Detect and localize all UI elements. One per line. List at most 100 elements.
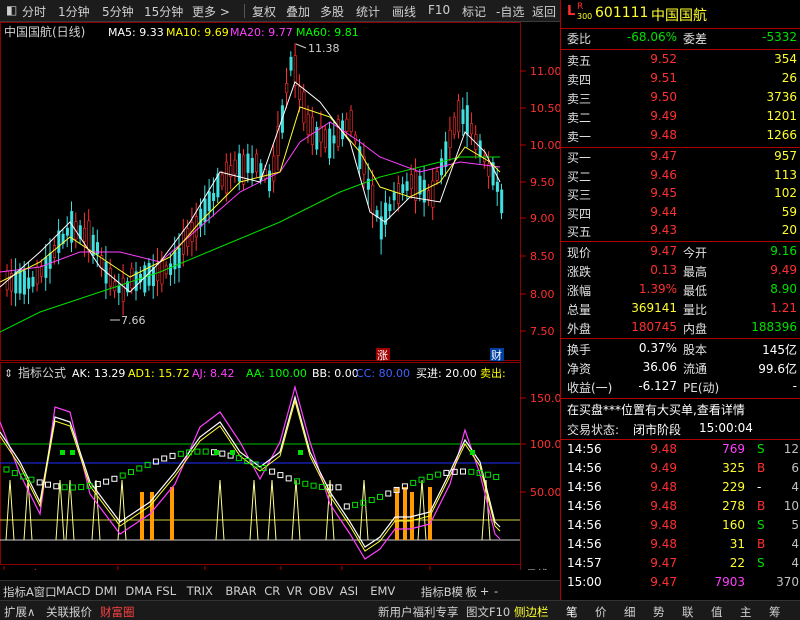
- kline-chart-area[interactable]: 中国国航(日线) MA5: 9.33 MA10: 9.69 MA20: 9.77 MA…: [0, 22, 560, 570]
- indicator-tab[interactable]: -: [494, 584, 498, 598]
- related-quote-button[interactable]: 关联报价: [46, 604, 92, 620]
- indicator-tab[interactable]: MACD: [56, 584, 90, 598]
- indicator-tab[interactable]: 窗口: [34, 584, 57, 600]
- indicator-legend-item: CC: 80.00: [356, 367, 410, 380]
- ask-row: 卖一 9.48 1266: [567, 128, 797, 144]
- f10-graphic-button[interactable]: 图文F10: [466, 604, 510, 620]
- tick-row: 14:56 9.48 278 B 10: [567, 499, 799, 513]
- big-order-notice[interactable]: 在买盘***位置有大买单,查看详情: [561, 401, 800, 419]
- tab-15min[interactable]: 15分钟: [144, 3, 183, 20]
- tab-fenshi[interactable]: 分时: [22, 3, 46, 20]
- time-axis-label: 4: [432, 568, 439, 570]
- tick-row: 14:56 9.48 229-4: [567, 480, 799, 494]
- zhang-badge-text: 涨: [377, 349, 388, 362]
- stat-row: 外盘 180745 内盘 188396: [567, 320, 797, 336]
- svg-text:11.38: 11.38: [308, 42, 340, 55]
- indicator-tab[interactable]: CR: [264, 584, 280, 598]
- tick-row: 14:56 9.49 325 B 6: [567, 461, 799, 475]
- fortune-circle-button[interactable]: 财富圈: [100, 604, 135, 620]
- diejia-button[interactable]: 叠加: [286, 3, 310, 20]
- back-button[interactable]: 返回: [532, 3, 556, 20]
- indicator-tab[interactable]: 板: [466, 584, 478, 600]
- indicator-legend-item: BB: 0.00: [312, 367, 359, 380]
- expand-button[interactable]: 扩展∧: [4, 604, 35, 620]
- price-tick-label: 9.50: [530, 176, 555, 189]
- time-axis-label: 1: [207, 568, 214, 570]
- stat-row: 涨跌 0.13 最高 9.49: [567, 263, 797, 279]
- sidebar-button[interactable]: 侧边栏: [514, 604, 549, 620]
- r-marker: R: [577, 2, 584, 12]
- indicator-tabs-bar: 指标A 窗口 MACD DMI DMA FSL TRIX BRAR CR VR OBV ASI EMV 指…: [0, 580, 560, 600]
- bid-row: 买五 9.43 20: [567, 223, 797, 239]
- price-tick-label: 10.50: [530, 102, 560, 115]
- indicator-label[interactable]: 指标公式: [18, 365, 66, 380]
- tick-row: 14:57 9.47 22 S 4: [567, 556, 799, 570]
- ma-legend: MA5: 9.33 MA10: 9.69 MA20: 9.77 MA60: 9.81: [108, 26, 359, 39]
- f10-button[interactable]: F10: [428, 3, 450, 17]
- fuquan-button[interactable]: 复权: [252, 3, 276, 20]
- indicator-tab[interactable]: EMV: [370, 584, 395, 598]
- zixuan-button[interactable]: -自选: [496, 3, 524, 20]
- ask-row: 卖四 9.51 26: [567, 71, 797, 87]
- nav-left-icon[interactable]: ◧: [6, 3, 17, 17]
- more-button[interactable]: 更多 >: [192, 3, 230, 20]
- side-tab[interactable]: 细: [624, 604, 636, 620]
- indicator-expand-icon[interactable]: ⇕: [4, 367, 13, 380]
- stock-code: 601111: [595, 5, 649, 21]
- cai-badge-text[interactable]: 财: [491, 348, 502, 362]
- side-tab[interactable]: 价: [595, 604, 607, 620]
- ma-legend-item: MA5: 9.33: [108, 26, 164, 39]
- price-tick-label: 10.00: [530, 139, 560, 152]
- price-panel-frame: [0, 22, 521, 361]
- tick-row: 14:56 9.48 31 B 4: [567, 537, 799, 551]
- trade-status-row: 交易状态: 闭市阶段 15:00:04: [567, 421, 753, 437]
- side-tab[interactable]: 筹: [769, 604, 781, 620]
- tick-row: 14:56 9.48 160 S 5: [567, 518, 799, 532]
- huaxian-button[interactable]: 画线: [392, 3, 416, 20]
- indicator-legend-item: 买进: 20.00: [416, 367, 477, 380]
- side-tab[interactable]: 联: [682, 604, 694, 620]
- indicator-tab[interactable]: 指标A: [3, 584, 34, 600]
- indicator-tick-label: 50.00: [530, 486, 560, 499]
- new-user-benefit-link[interactable]: 新用户福利专享: [378, 604, 459, 620]
- quote-panel: L R 300 601111 中国国航 委比 -68.06% 委差 -5332 …: [560, 0, 800, 600]
- indicator-tab[interactable]: ASI: [340, 584, 359, 598]
- side-tab[interactable]: 值: [711, 604, 723, 620]
- tongji-button[interactable]: 统计: [356, 3, 380, 20]
- indicator-boxes: [3, 448, 500, 510]
- high-marker: 11.38: [295, 42, 340, 55]
- tab-5min[interactable]: 5分钟: [102, 3, 134, 20]
- time-unit-label: 日线: [526, 567, 548, 570]
- indicator-tab[interactable]: VR: [287, 584, 303, 598]
- indicator-tick-label: 100.0: [530, 438, 560, 451]
- indicator-tab[interactable]: OBV: [309, 584, 333, 598]
- price-tick-label: 8.00: [530, 288, 555, 301]
- indicator-tab[interactable]: +: [480, 584, 490, 598]
- tick-row: 15:00 9.47 7903 370: [567, 575, 799, 589]
- tab-1min[interactable]: 1分钟: [58, 3, 90, 20]
- biaoji-button[interactable]: 标记: [462, 3, 486, 20]
- indicator-tab[interactable]: TRIX: [187, 584, 213, 598]
- ma-legend-item: MA10: 9.69: [166, 26, 229, 39]
- ma-legend-item: MA60: 9.81: [296, 26, 359, 39]
- indicator-tab[interactable]: 模: [451, 584, 463, 600]
- side-tab[interactable]: 笔: [566, 604, 578, 620]
- time-axis-label: 2: [283, 568, 290, 570]
- indicator-legend-item: AJ: 8.42: [192, 367, 234, 380]
- indicator-tab[interactable]: BRAR: [225, 584, 256, 598]
- indicator-legend: AK: 13.29 AD1: 15.72 AJ: 8.42 AA: 100.00 BB:…: [72, 366, 506, 380]
- side-tab[interactable]: 势: [653, 604, 665, 620]
- indicator-tab[interactable]: 指标B: [421, 584, 452, 600]
- bottom-bar: 扩展∧ 关联报价 财富圈 新用户福利专享 图文F10 侧边栏 笔 价 细 势 联 值 主 筹: [0, 600, 800, 620]
- time-axis: 2021年121234日线: [3, 566, 548, 570]
- indicator-tab[interactable]: DMA: [125, 584, 152, 598]
- side-tab[interactable]: 主: [740, 604, 752, 620]
- ask-row: 卖五 9.52 354: [567, 52, 797, 68]
- indicator-tab[interactable]: FSL: [156, 584, 176, 598]
- r300-marker: 300: [577, 12, 593, 21]
- stat-row: 总量 369141 量比 1.21: [567, 301, 797, 317]
- duogu-button[interactable]: 多股: [320, 3, 344, 20]
- time-axis-label: 12: [120, 568, 134, 570]
- indicator-tab[interactable]: DMI: [95, 584, 117, 598]
- candlesticks: [5, 43, 504, 316]
